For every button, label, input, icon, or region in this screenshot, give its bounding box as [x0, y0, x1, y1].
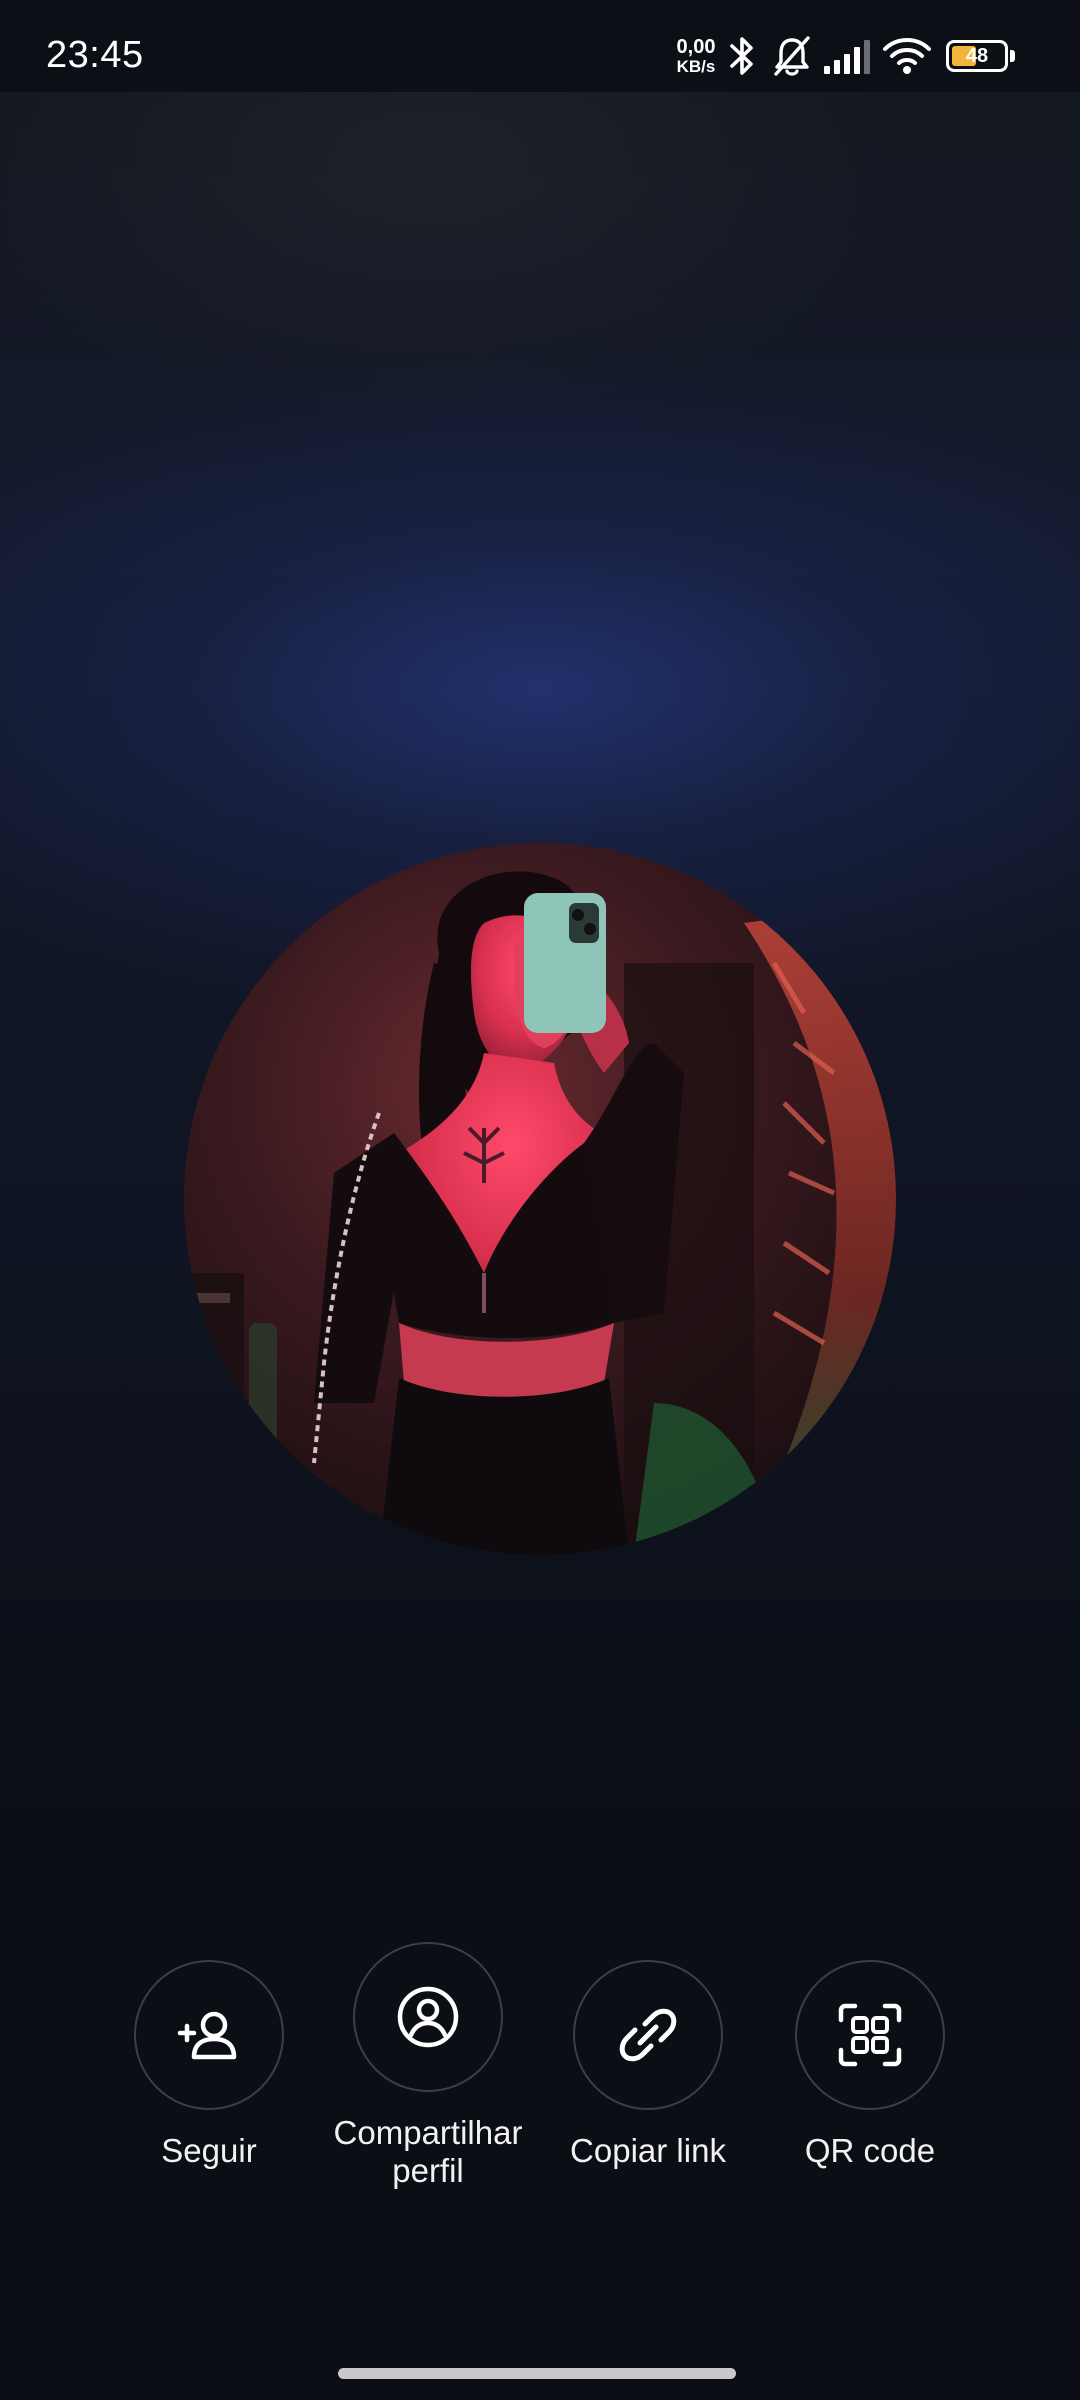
copy-link-action: Copiar link [538, 1960, 758, 2170]
profile-photo-image [184, 843, 896, 1555]
battery-level: 48 [965, 45, 989, 67]
profile-photo[interactable] [184, 843, 896, 1555]
qr-scan-icon [838, 2003, 902, 2067]
home-indicator[interactable] [338, 2368, 736, 2379]
profile-circle-icon [397, 1986, 459, 2048]
qr-code-action: QR code [760, 1960, 980, 2170]
link-icon [619, 2008, 677, 2062]
network-speed: 0,00 KB/s [670, 36, 722, 76]
network-speed-value: 0,00 [676, 36, 716, 58]
battery-nub [1010, 50, 1015, 62]
qr-code-label: QR code [804, 2132, 936, 2169]
copy-link-button[interactable] [573, 1960, 723, 2110]
follow-button[interactable] [134, 1960, 284, 2110]
qr-code-button[interactable] [795, 1960, 945, 2110]
follow-action: Seguir [99, 1960, 319, 2170]
add-person-icon [177, 2011, 237, 2060]
follow-label: Seguir [161, 2132, 257, 2169]
profile-share-screen: 23:45 0,00 KB/s 48 Seguir Compartilhar p… [0, 0, 1080, 2400]
bluetooth-icon [730, 37, 753, 75]
status-bar: 23:45 0,00 KB/s 48 [0, 0, 1080, 92]
signal-icon [824, 40, 870, 74]
status-time: 23:45 [46, 34, 144, 76]
wifi-icon [883, 38, 931, 74]
bell-muted-icon [774, 36, 810, 76]
network-speed-unit: KB/s [676, 57, 716, 76]
battery-icon: 48 [946, 40, 1008, 72]
share-profile-button[interactable] [353, 1942, 503, 2092]
copy-link-label: Copiar link [570, 2132, 726, 2169]
share-profile-label: Compartilhar perfil [333, 2114, 523, 2189]
share-profile-action: Compartilhar perfil [318, 1942, 538, 2190]
